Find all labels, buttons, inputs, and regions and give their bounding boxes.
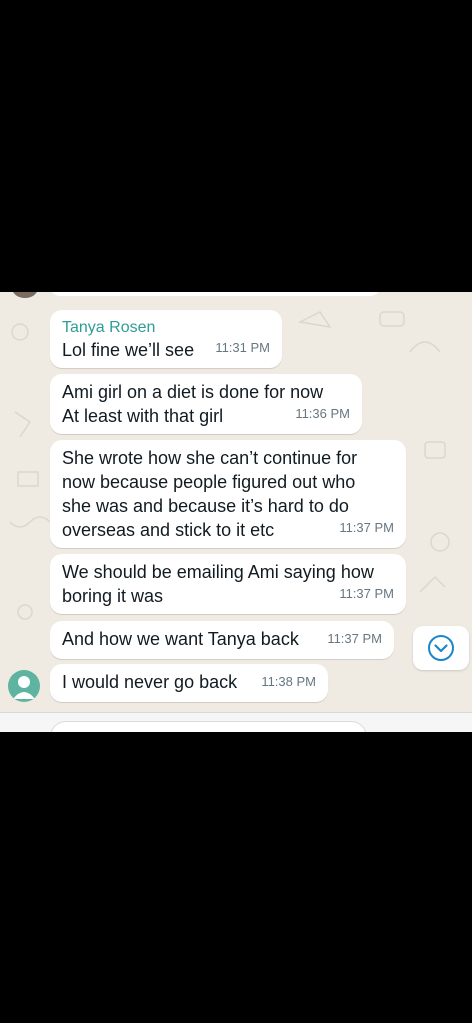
message-time: 11:37 PM — [339, 520, 394, 535]
message-bubble[interactable]: She wrote how she can’t continue for now… — [50, 440, 406, 548]
message-time: 11:31 PM — [215, 340, 270, 355]
sender-name: Tanya Rosen — [62, 319, 156, 336]
message-time: 11:36 PM — [295, 406, 350, 421]
chat-area: Tanya Rosen Lol fine we’ll see 11:31 PM … — [0, 292, 472, 732]
message-time: 11:37 PM — [339, 586, 394, 601]
message-bubble[interactable]: Ami girl on a diet is done for now At le… — [50, 374, 362, 434]
message-bubble[interactable]: And how we want Tanya back 11:37 PM — [50, 621, 394, 659]
message-input[interactable] — [50, 721, 367, 732]
message-time: 11:37 PM — [327, 631, 382, 646]
message-time: 11:38 PM — [261, 674, 316, 689]
chevron-down-circle-icon — [428, 635, 454, 661]
scroll-to-bottom-button[interactable] — [413, 626, 469, 670]
person-avatar-icon[interactable] — [8, 670, 40, 702]
composer-bar — [0, 712, 472, 732]
message-bubble[interactable]: We should be emailing Ami saying how bor… — [50, 554, 406, 614]
message-bubble[interactable]: Tanya Rosen Lol fine we’ll see 11:31 PM — [50, 310, 282, 368]
previous-message-bubble — [50, 292, 380, 296]
message-bubble[interactable]: I would never go back 11:38 PM — [50, 664, 328, 702]
